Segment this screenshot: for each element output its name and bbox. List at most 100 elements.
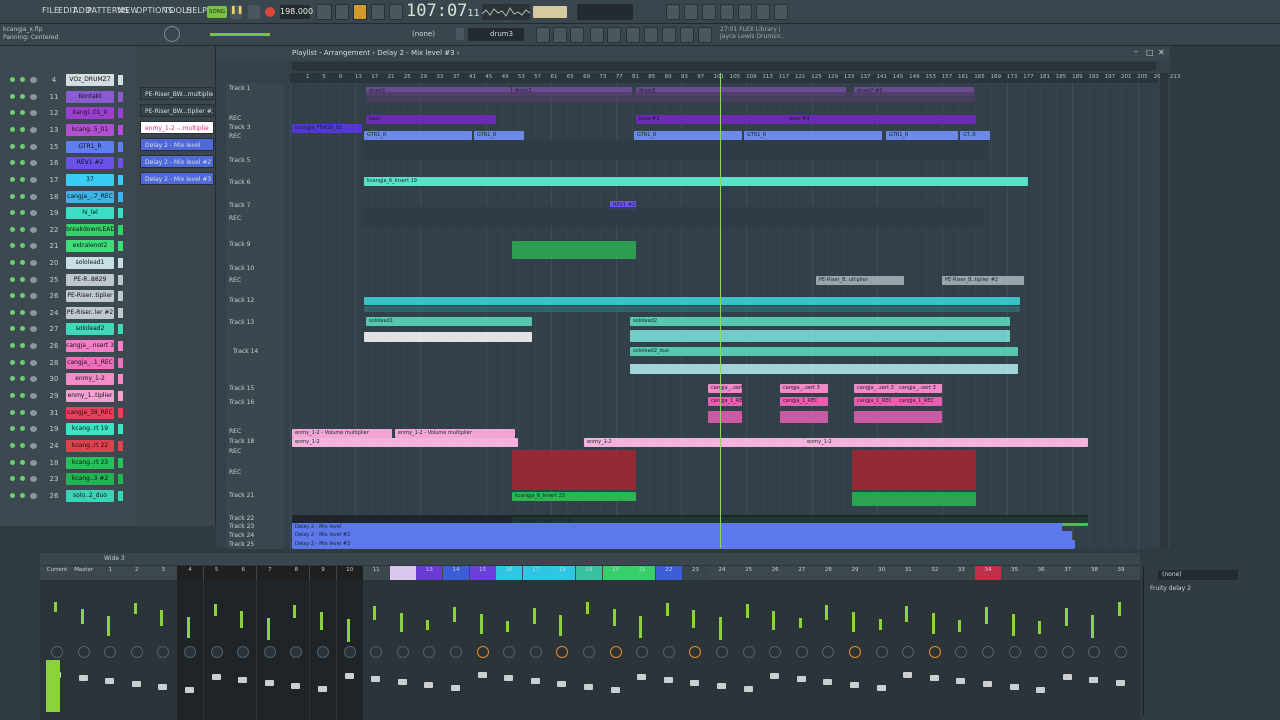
solo-led-icon[interactable] xyxy=(20,94,25,99)
channel-pan-knob[interactable] xyxy=(30,360,37,366)
picker-item[interactable]: Delay 2 - Mix level xyxy=(140,138,214,151)
minimize-icon[interactable]: – xyxy=(1134,47,1138,56)
channel-row[interactable]: 21 extralenot2 xyxy=(6,240,134,253)
channel-name-button[interactable]: kcang..3 #2 xyxy=(66,473,114,485)
channel-pan-knob[interactable] xyxy=(30,227,37,233)
solo-led-icon[interactable] xyxy=(20,460,25,465)
solo-led-icon[interactable] xyxy=(20,260,25,265)
pan-knob[interactable] xyxy=(982,646,994,658)
mute-led-icon[interactable] xyxy=(10,293,15,298)
track-label[interactable]: Track 14 xyxy=(233,348,258,355)
track-label[interactable]: REC xyxy=(229,115,241,122)
pan-knob[interactable] xyxy=(529,646,542,658)
channel-pan-knob[interactable] xyxy=(30,260,37,266)
solo-led-icon[interactable] xyxy=(20,293,25,298)
pattern-none-select[interactable]: (none) xyxy=(412,28,462,41)
track-label[interactable]: REC xyxy=(229,469,241,476)
channel-number[interactable]: 19 xyxy=(42,209,66,217)
volume-fader[interactable] xyxy=(1116,680,1125,686)
channel-name-button[interactable]: extralenot2 xyxy=(66,240,114,252)
arrangement-clip[interactable]: Delay 2 - Mix level #2 xyxy=(292,531,1072,540)
channel-name-button[interactable]: solo..2_duo xyxy=(66,490,114,502)
vertical-scrollbar[interactable] xyxy=(1160,73,1168,549)
volume-fader[interactable] xyxy=(371,676,381,682)
channel-pan-knob[interactable] xyxy=(30,476,37,482)
pan-knob[interactable] xyxy=(742,646,755,658)
channel-name-button[interactable]: PE-R..8829 xyxy=(66,274,114,286)
master-volume-knob[interactable] xyxy=(164,26,180,42)
channel-row[interactable]: 27 sololead2 xyxy=(6,323,134,336)
channel-name-button[interactable]: REV1 #2 xyxy=(66,157,114,169)
volume-fader[interactable] xyxy=(504,675,514,681)
volume-fader[interactable] xyxy=(451,685,460,691)
channel-name-button[interactable]: GTR1_R xyxy=(66,141,114,153)
mixer-strip[interactable]: 20 xyxy=(602,566,629,720)
menu-help[interactable]: HELP xyxy=(186,6,207,15)
pan-knob[interactable] xyxy=(317,646,329,658)
download-icon[interactable] xyxy=(774,4,788,20)
mixer-strip[interactable]: 7 xyxy=(256,566,283,720)
mixer-strip[interactable]: 24 xyxy=(709,566,735,720)
volume-fader[interactable] xyxy=(318,686,327,692)
channel-number[interactable]: 20 xyxy=(42,259,66,267)
channel-number[interactable]: 28 xyxy=(42,359,66,367)
mute-led-icon[interactable] xyxy=(10,493,15,498)
channel-row[interactable]: 25 PE-R..8829 xyxy=(6,274,134,287)
mixer-strip[interactable]: 18 xyxy=(549,566,576,720)
volume-fader[interactable] xyxy=(158,684,168,690)
arrangement-clip[interactable]: bass #2 xyxy=(636,115,786,124)
volume-fader[interactable] xyxy=(956,678,966,684)
mute-led-icon[interactable] xyxy=(10,343,15,348)
pan-knob[interactable] xyxy=(769,646,782,658)
track-label[interactable]: REC xyxy=(229,448,241,455)
mixer-strip[interactable]: 9 xyxy=(310,566,336,720)
track-label[interactable]: Track 5 xyxy=(229,157,250,164)
track-label[interactable]: Track 10 xyxy=(229,265,254,272)
volume-fader[interactable] xyxy=(1009,684,1019,690)
arrangement-clip[interactable]: enmy_1-2 - Volume multiplier xyxy=(395,429,515,438)
mixer-strip[interactable]: 13 xyxy=(416,566,443,720)
channel-row[interactable]: 23 kcang..3 #2 xyxy=(6,473,134,486)
arrangement-clip[interactable]: PE-Riser_B..tiplier #2 xyxy=(942,276,1024,285)
tempo-display[interactable]: 198.000 xyxy=(280,5,313,19)
channel-pan-knob[interactable] xyxy=(30,326,37,332)
mixer-strip[interactable]: 39 xyxy=(1108,566,1134,720)
menu-file[interactable]: FILE xyxy=(42,6,59,15)
arrangement-clip[interactable]: kcangja_FBASS_01 xyxy=(292,124,362,133)
wand-icon[interactable] xyxy=(680,27,694,43)
pan-knob[interactable] xyxy=(849,646,861,658)
volume-fader[interactable] xyxy=(344,673,354,679)
solo-led-icon[interactable] xyxy=(20,476,25,481)
volume-fader[interactable] xyxy=(610,687,620,693)
playlist-icon[interactable] xyxy=(553,27,567,43)
channel-name-button[interactable]: kcang..rt 19 xyxy=(66,423,114,435)
mixer-strip[interactable]: 22 xyxy=(655,566,682,720)
mixer-strip[interactable]: 11 xyxy=(363,566,389,720)
channel-number[interactable]: 17 xyxy=(42,176,66,184)
pattern-selector[interactable]: drum3 xyxy=(468,28,524,41)
mute-led-icon[interactable] xyxy=(10,410,15,415)
pan-knob[interactable] xyxy=(583,646,595,658)
mixer-strip[interactable]: 26 xyxy=(762,566,788,720)
solo-led-icon[interactable] xyxy=(20,194,25,199)
pan-knob[interactable] xyxy=(1088,646,1101,658)
channel-number[interactable]: 26 xyxy=(42,492,66,500)
picker-item[interactable]: Delay 2 - Mix level #2 xyxy=(140,155,214,168)
track-label[interactable]: REC xyxy=(229,277,241,284)
channel-pan-knob[interactable] xyxy=(30,110,37,116)
volume-fader[interactable] xyxy=(796,676,806,682)
solo-led-icon[interactable] xyxy=(20,443,25,448)
channel-row[interactable]: 15 GTR1_R xyxy=(6,141,134,154)
channel-name-button[interactable]: cangja_..nsert 3 xyxy=(66,340,114,352)
track-label[interactable]: REC xyxy=(229,133,241,140)
mixer-strip[interactable]: 3 xyxy=(150,566,176,720)
channel-name-button[interactable]: kcang..5_01 xyxy=(66,124,114,136)
arrangement-clip[interactable]: kcangja_6_Insert 23 xyxy=(512,492,636,501)
arrangement-clip[interactable]: enmy_1-2 xyxy=(584,438,804,447)
solo-led-icon[interactable] xyxy=(20,77,25,82)
channel-number[interactable]: 19 xyxy=(42,425,66,433)
volume-fader[interactable] xyxy=(211,674,221,680)
track-label[interactable]: Track 12 xyxy=(229,297,254,304)
solo-led-icon[interactable] xyxy=(20,376,25,381)
arrangement-clip[interactable]: kcangja_6_Insert 19 xyxy=(364,177,1028,186)
